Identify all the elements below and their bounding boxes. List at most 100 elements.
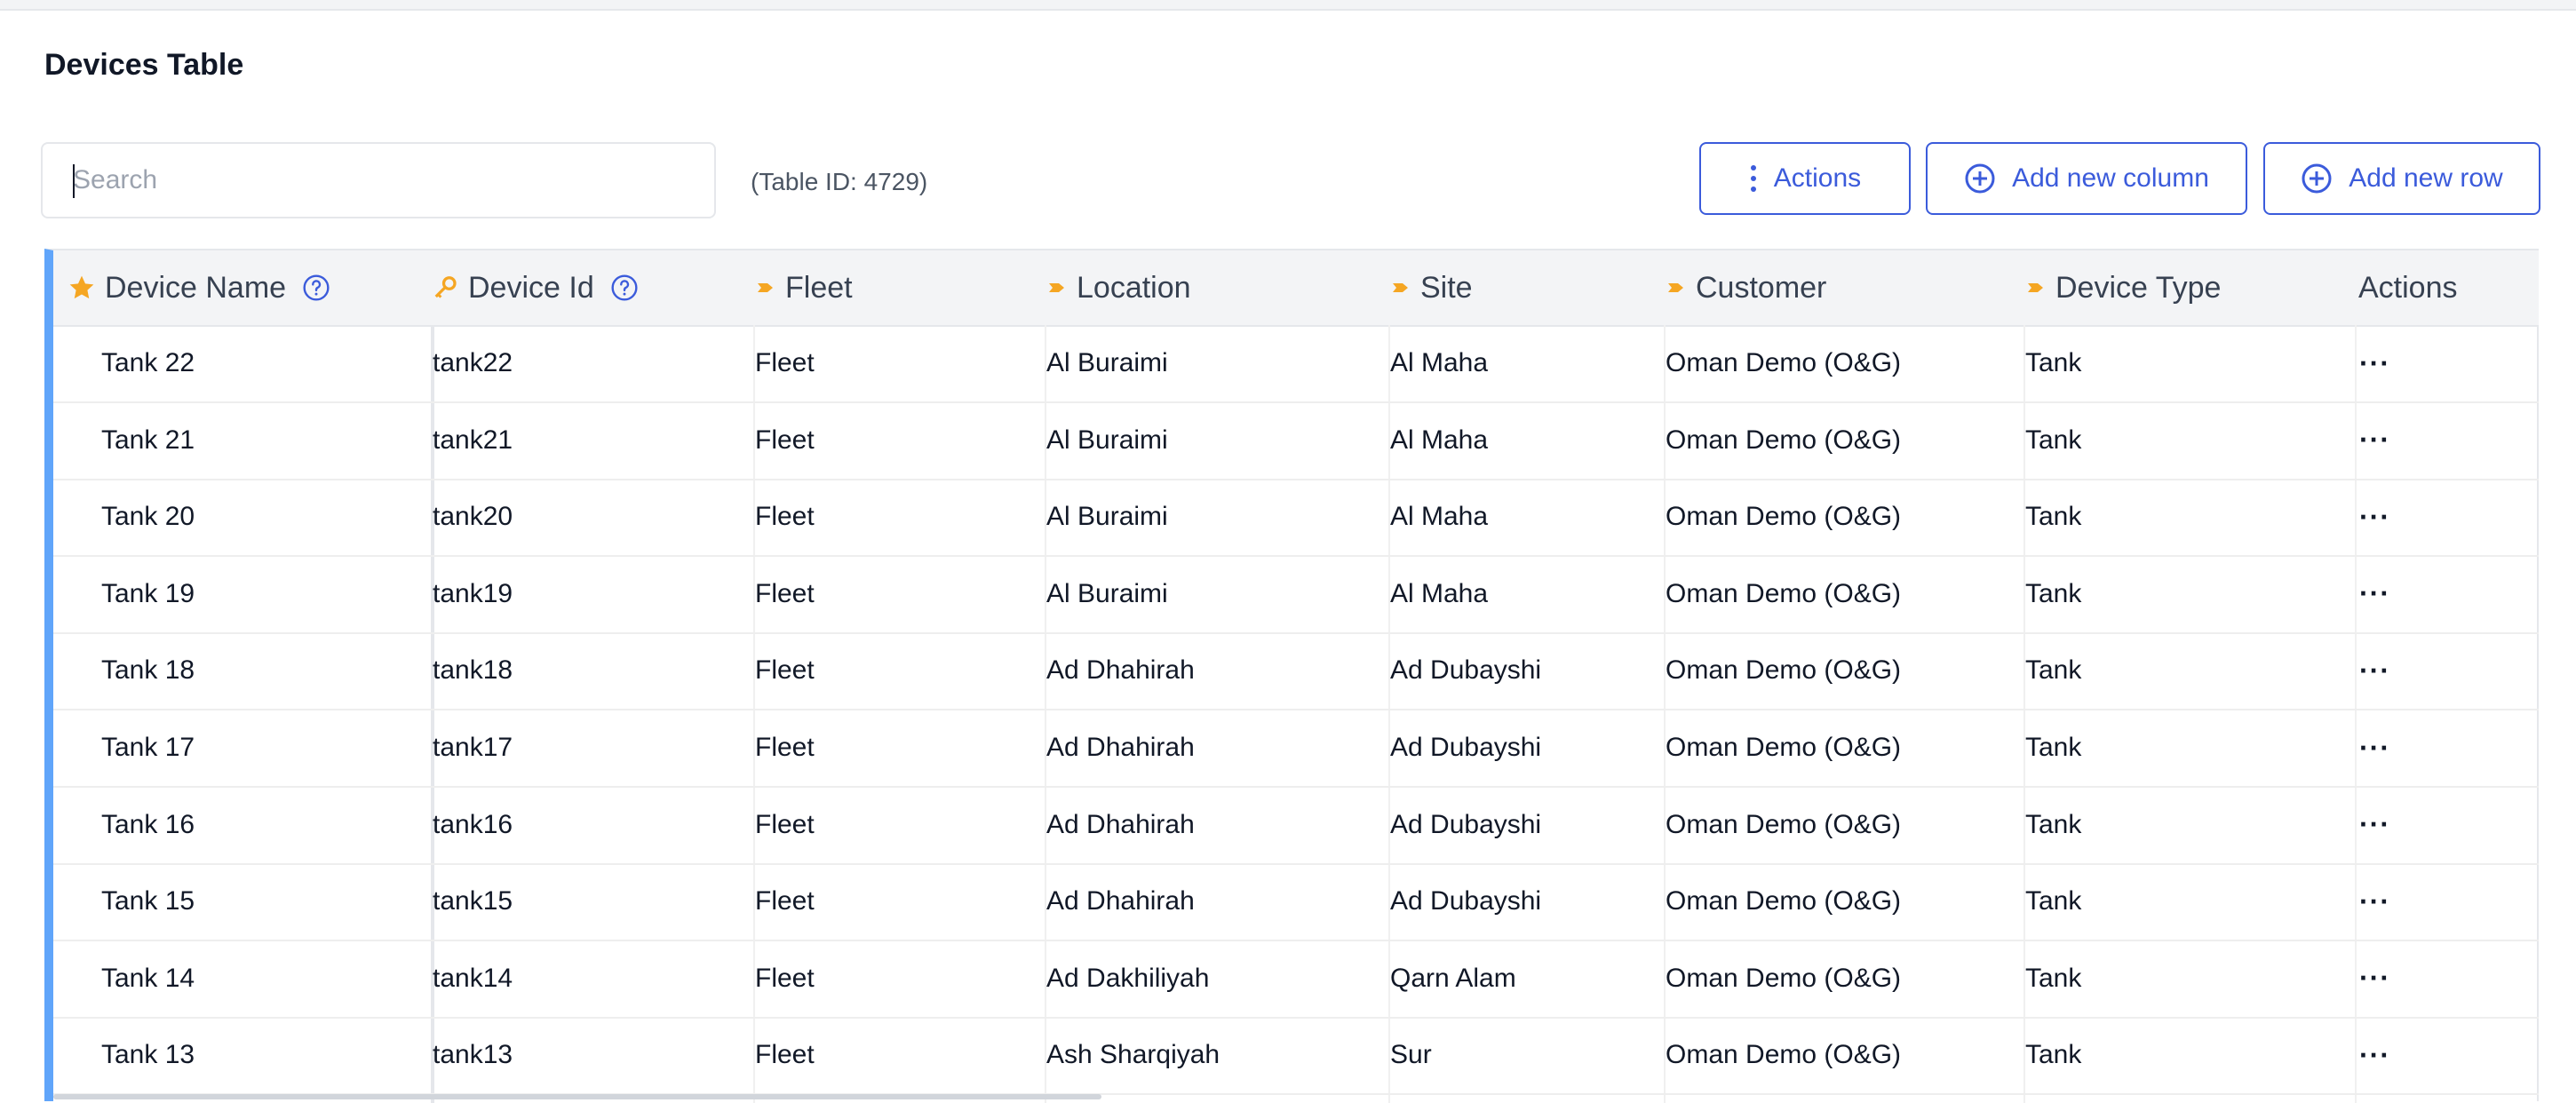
cell-device-id[interactable]: tank16 <box>433 787 513 863</box>
cell-customer[interactable]: Oman Demo (O&G) <box>1666 710 1901 786</box>
cell-site[interactable]: Al Maha <box>1390 479 1488 555</box>
cell-device-type[interactable]: Tank <box>2025 632 2081 709</box>
cell-device-id[interactable]: tank20 <box>433 479 513 555</box>
cell-location[interactable]: Al Buraimi <box>1046 325 1168 401</box>
row-more-icon[interactable]: ··· <box>2359 325 2390 401</box>
cell-customer[interactable]: Oman Demo (O&G) <box>1666 787 1901 863</box>
cell-device-id[interactable]: tank17 <box>433 710 513 786</box>
cell-customer[interactable]: Oman Demo (O&G) <box>1666 556 1901 632</box>
cell-device-type[interactable]: Tank <box>2025 1017 2081 1093</box>
cell-device-id[interactable]: tank14 <box>433 940 513 1017</box>
cell-location[interactable]: Al Buraimi <box>1046 479 1168 555</box>
add-row-button[interactable]: Add new row <box>2263 142 2540 215</box>
cell-device-name[interactable]: Tank 14 <box>101 940 195 1017</box>
row-more-icon[interactable]: ··· <box>2359 787 2390 863</box>
cell-location[interactable]: Ad Dhahirah <box>1046 863 1195 940</box>
table-row[interactable]: Tank 14 tank14 Fleet Ad Dakhiliyah Qarn Alam… <box>53 940 2539 1019</box>
cell-device-name[interactable]: Tank 15 <box>101 863 195 940</box>
cell-fleet[interactable]: Fleet <box>755 556 815 632</box>
cell-device-type[interactable]: Tank <box>2025 940 2081 1017</box>
cell-device-name[interactable]: Tank 16 <box>101 787 195 863</box>
table-row[interactable]: Tank 20 tank20 Fleet Al Buraimi Al Maha Oman … <box>53 479 2539 558</box>
row-more-icon[interactable]: ··· <box>2359 1017 2390 1093</box>
cell-device-id[interactable]: tank15 <box>433 863 513 940</box>
cell-fleet[interactable]: Fleet <box>755 632 815 709</box>
cell-device-type[interactable]: Tank <box>2025 863 2081 940</box>
cell-device-name[interactable]: Tank 18 <box>101 632 195 709</box>
cell-location[interactable]: Al Buraimi <box>1046 556 1168 632</box>
cell-device-id[interactable]: tank13 <box>433 1017 513 1093</box>
horizontal-scrollbar[interactable] <box>53 1094 1101 1099</box>
cell-device-id[interactable]: tank18 <box>433 632 513 709</box>
row-more-icon[interactable]: ··· <box>2359 632 2390 709</box>
row-more-icon[interactable]: ··· <box>2359 863 2390 940</box>
column-header-device-id[interactable]: Device Id <box>433 250 639 325</box>
cell-fleet[interactable]: Fleet <box>755 402 815 479</box>
cell-device-id[interactable]: tank21 <box>433 402 513 479</box>
cell-device-id[interactable]: tank22 <box>433 325 513 401</box>
cell-device-type[interactable]: Tank <box>2025 402 2081 479</box>
table-row[interactable]: Tank 18 tank18 Fleet Ad Dhahirah Ad Dubayshi… <box>53 632 2539 711</box>
cell-site[interactable]: Ad Dubayshi <box>1390 710 1541 786</box>
cell-site[interactable]: Al Maha <box>1390 325 1488 401</box>
cell-location[interactable]: Ad Dhahirah <box>1046 632 1195 709</box>
cell-fleet[interactable]: Fleet <box>755 325 815 401</box>
cell-device-type[interactable]: Tank <box>2025 556 2081 632</box>
cell-fleet[interactable]: Fleet <box>755 710 815 786</box>
cell-site[interactable]: Al Maha <box>1390 556 1488 632</box>
cell-site[interactable]: Sur <box>1390 1017 1432 1093</box>
cell-device-name[interactable]: Tank 21 <box>101 402 195 479</box>
cell-site[interactable]: Al Maha <box>1390 402 1488 479</box>
cell-device-type[interactable]: Tank <box>2025 479 2081 555</box>
cell-location[interactable]: Ad Dhahirah <box>1046 787 1195 863</box>
row-more-icon[interactable]: ··· <box>2359 402 2390 479</box>
table-row[interactable]: Tank 13 tank13 Fleet Ash Sharqiyah Sur Oman D… <box>53 1017 2539 1096</box>
cell-customer[interactable]: Oman Demo (O&G) <box>1666 940 1901 1017</box>
column-header-device-type[interactable]: Device Type <box>2025 250 2221 325</box>
cell-device-name[interactable]: Tank 20 <box>101 479 195 555</box>
column-header-device-name[interactable]: Device Name <box>68 250 330 325</box>
cell-location[interactable]: Ash Sharqiyah <box>1046 1017 1220 1093</box>
cell-fleet[interactable]: Fleet <box>755 1017 815 1093</box>
cell-fleet[interactable]: Fleet <box>755 940 815 1017</box>
cell-device-type[interactable]: Tank <box>2025 787 2081 863</box>
row-more-icon[interactable]: ··· <box>2359 940 2390 1017</box>
cell-customer[interactable]: Oman Demo (O&G) <box>1666 402 1901 479</box>
help-circle-icon[interactable] <box>610 274 639 302</box>
column-header-location[interactable]: Location <box>1046 250 1191 325</box>
row-more-icon[interactable]: ··· <box>2359 556 2390 632</box>
table-row[interactable]: Tank 22 tank22 Fleet Al Buraimi Al Maha Oman … <box>53 325 2539 403</box>
cell-fleet[interactable]: Fleet <box>755 863 815 940</box>
cell-customer[interactable]: Oman Demo (O&G) <box>1666 479 1901 555</box>
table-row[interactable]: Tank 15 tank15 Fleet Ad Dhahirah Ad Dubayshi… <box>53 863 2539 942</box>
row-more-icon[interactable]: ··· <box>2359 710 2390 786</box>
cell-location[interactable]: Ad Dakhiliyah <box>1046 940 1209 1017</box>
cell-customer[interactable]: Oman Demo (O&G) <box>1666 863 1901 940</box>
table-row[interactable]: Tank 19 tank19 Fleet Al Buraimi Al Maha Oman … <box>53 556 2539 634</box>
cell-fleet[interactable]: Fleet <box>755 479 815 555</box>
table-row[interactable]: Tank 17 tank17 Fleet Ad Dhahirah Ad Dubayshi… <box>53 710 2539 788</box>
cell-customer[interactable]: Oman Demo (O&G) <box>1666 1017 1901 1093</box>
cell-site[interactable]: Ad Dubayshi <box>1390 632 1541 709</box>
cell-device-id[interactable]: tank19 <box>433 556 513 632</box>
cell-location[interactable]: Al Buraimi <box>1046 402 1168 479</box>
column-header-fleet[interactable]: Fleet <box>755 250 853 325</box>
add-column-button[interactable]: Add new column <box>1926 142 2247 215</box>
column-header-actions[interactable]: Actions <box>2358 250 2458 325</box>
cell-device-name[interactable]: Tank 17 <box>101 710 195 786</box>
column-header-customer[interactable]: Customer <box>1666 250 1826 325</box>
cell-device-name[interactable]: Tank 19 <box>101 556 195 632</box>
cell-device-name[interactable]: Tank 13 <box>101 1017 195 1093</box>
row-more-icon[interactable]: ··· <box>2359 479 2390 555</box>
cell-device-type[interactable]: Tank <box>2025 325 2081 401</box>
cell-customer[interactable]: Oman Demo (O&G) <box>1666 632 1901 709</box>
table-row[interactable]: Tank 21 tank21 Fleet Al Buraimi Al Maha Oman … <box>53 402 2539 480</box>
cell-customer[interactable]: Oman Demo (O&G) <box>1666 325 1901 401</box>
cell-fleet[interactable]: Fleet <box>755 787 815 863</box>
cell-device-name[interactable]: Tank 22 <box>101 325 195 401</box>
cell-location[interactable]: Ad Dhahirah <box>1046 710 1195 786</box>
cell-site[interactable]: Ad Dubayshi <box>1390 787 1541 863</box>
cell-site[interactable]: Ad Dubayshi <box>1390 863 1541 940</box>
search-input[interactable] <box>41 142 716 218</box>
column-header-site[interactable]: Site <box>1390 250 1473 325</box>
